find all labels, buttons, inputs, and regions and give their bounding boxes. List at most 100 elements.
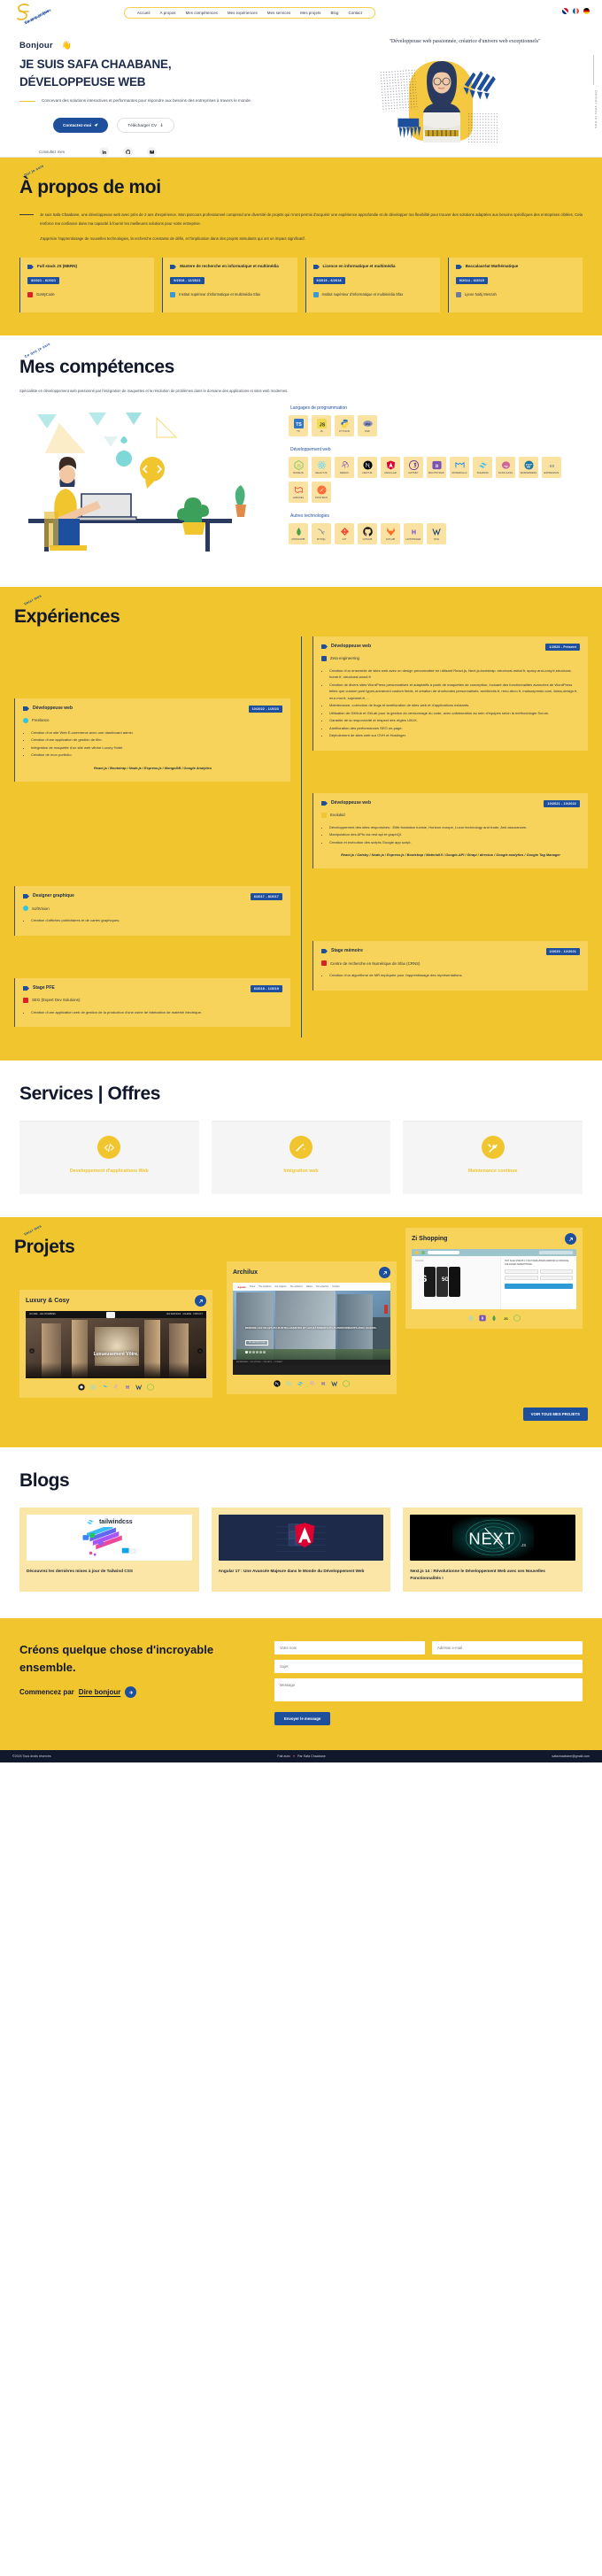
contact-cta-prefix: Commencez par: [19, 1688, 74, 1697]
skill-group-title: Développement web: [290, 446, 331, 452]
experience-card: Développeuse web 10/2022 - 1/2023 Freela…: [14, 698, 290, 783]
skill-chip[interactable]: REDUX: [335, 456, 354, 478]
skill-chip[interactable]: JS JS: [312, 414, 331, 436]
skill-chip[interactable]: GITLAB: [381, 522, 400, 544]
arrow-tag-icon: [23, 894, 29, 899]
experience-card: Développeuse web 1/2023 - Présent Zeta e…: [313, 636, 588, 751]
skill-chip[interactable]: SCSS-SASS: [496, 456, 515, 478]
skill-chip[interactable]: TAILWIND: [473, 456, 492, 478]
skills-main: Langages de programmation TS TS JS JS PYTH…: [19, 405, 583, 560]
send-message-button[interactable]: Envoyer le message: [274, 1712, 331, 1726]
skill-chip[interactable]: POSTMAN: [312, 481, 331, 503]
bootstrap-icon: B: [479, 1315, 486, 1322]
timeline-right-column: Développeuse web 1/2023 - Présent Zeta e…: [301, 636, 588, 1038]
download-cv-button[interactable]: Télécharger CV: [117, 117, 175, 133]
service-card[interactable]: Intégration web: [211, 1121, 391, 1195]
name-input[interactable]: [274, 1641, 425, 1655]
materialui-icon: [455, 460, 465, 470]
skill-chip[interactable]: GIT: [335, 522, 354, 544]
nav-item-contact[interactable]: Contact: [349, 11, 363, 15]
experience-bullet: Création d'une application web de gestio…: [31, 1009, 282, 1015]
contact-section: Créons quelque chose d'incroyable ensemb…: [0, 1618, 602, 1751]
skill-chip[interactable]: ANGULAR: [381, 456, 400, 478]
experience-date: 2/2020 - 12/2021: [545, 948, 580, 956]
contact-button[interactable]: Contactez-moi: [53, 117, 109, 133]
nav-item-experiences[interactable]: Mes expériences: [228, 11, 258, 15]
skill-chip[interactable]: MONGODB: [289, 522, 308, 544]
skill-chip[interactable]: PYTHON: [335, 414, 354, 436]
skill-chip[interactable]: ex EXPRESSJS: [542, 456, 561, 478]
blog-card[interactable]: tailwindcss Découvrez les dernières mise…: [19, 1508, 199, 1593]
skill-chip[interactable]: H HOSTINGER: [404, 522, 423, 544]
nav-item-accueil[interactable]: Accueil: [137, 11, 150, 15]
experience-org: Centre de recherche en Numérique de Sfax…: [330, 960, 421, 966]
skill-chip[interactable]: TS TS: [289, 414, 308, 436]
hero-greeting: Bonjour 👋: [19, 41, 310, 50]
svg-text:JS: JS: [297, 463, 301, 467]
education-date: 9/2015 - 6/2018: [313, 276, 345, 284]
skills-section: Ce que je sais Mes compétences Spécialis…: [0, 335, 602, 587]
skill-chip[interactable]: GITHUB: [358, 522, 377, 544]
arrow-right-icon[interactable]: [125, 1686, 137, 1699]
education-title: Full stack JS (MERN): [37, 263, 78, 268]
skill-chip[interactable]: B BOOTSTRAP: [427, 456, 446, 478]
github-icon[interactable]: [123, 146, 133, 157]
nav-item-blog[interactable]: Blog: [331, 11, 339, 15]
experience-bullets: Création d'affiches publicitaires et de …: [31, 917, 282, 923]
contact-cta-link[interactable]: Dire bonjour: [79, 1688, 121, 1696]
flag-en-icon[interactable]: [562, 8, 568, 14]
skill-chip[interactable]: REACTJS: [312, 456, 331, 478]
skill-chip[interactable]: php PHP: [358, 414, 377, 436]
experience-org-row: SoftVision: [23, 906, 282, 912]
skill-chip[interactable]: MATERIALUI: [450, 456, 469, 478]
experience-bullet: Création de divers sites WordPress perso…: [329, 682, 580, 701]
linkedin-icon[interactable]: [99, 146, 109, 157]
flag-de-icon[interactable]: [583, 8, 590, 14]
external-link-icon[interactable]: [379, 1267, 390, 1279]
skill-chip[interactable]: LARAVEL: [289, 481, 308, 503]
experience-org: Evolukid: [330, 813, 345, 818]
github-icon: [362, 526, 373, 536]
skill-chip[interactable]: MYSQL: [312, 522, 331, 544]
email-icon[interactable]: [147, 146, 157, 157]
subject-input[interactable]: [274, 1660, 583, 1674]
university-logo-icon: [313, 291, 319, 297]
service-card[interactable]: Maintenance continue: [403, 1121, 583, 1195]
skill-chip[interactable]: WORDPRESS: [519, 456, 538, 478]
arrow-tag-icon: [27, 264, 34, 269]
ovh-icon: [331, 1380, 338, 1387]
school-logo-icon: [455, 291, 461, 297]
dash-decoration: [19, 101, 35, 103]
flag-fr-icon[interactable]: [573, 8, 579, 14]
heart-icon: ♥: [293, 1755, 296, 1759]
skill-chip[interactable]: JS NODEJS: [289, 456, 308, 478]
project-card[interactable]: Luxury & Cosy ACCUEIL LES CHAMBRES LES S…: [19, 1290, 212, 1399]
skill-label: GITLAB: [385, 537, 396, 541]
blog-card[interactable]: NEXT .JS Next.js 14 : Révolutionne le Dé…: [403, 1508, 583, 1593]
external-link-icon[interactable]: [565, 1233, 576, 1246]
external-link-icon[interactable]: [195, 1295, 206, 1307]
blog-card[interactable]: Angular 17 : Une Avancée Majeure dans le…: [211, 1508, 391, 1593]
contact-form: Envoyer le message: [274, 1641, 583, 1726]
project-card[interactable]: Zi Shopping Produits S 5G HOT SALE SS547…: [405, 1228, 583, 1330]
skill-group: Autres technologies MONGODB MYSQL GIT GI…: [289, 513, 583, 544]
message-textarea[interactable]: [274, 1678, 583, 1702]
view-all-projects-button[interactable]: VOIR TOUS MES PROJETS: [522, 1408, 588, 1422]
nav-item-competences[interactable]: Mes compétences: [186, 11, 218, 15]
experience-stack: React.js / Gatsby / Node.js / Express.js…: [341, 852, 560, 858]
experience-role-row: Développeuse web: [23, 706, 73, 711]
skill-chip[interactable]: GATSBY: [404, 456, 423, 478]
service-card[interactable]: Developpement d'applications Web: [19, 1121, 199, 1195]
mongodb-icon: [490, 1315, 498, 1322]
experience-role: Stage PFE: [33, 984, 55, 991]
project-card[interactable]: Archilux Agenis Home The solutions Our pr…: [227, 1261, 397, 1395]
email-input[interactable]: [432, 1641, 583, 1655]
experience-bullet: Intégration de maquette d'un site web vi…: [31, 744, 282, 751]
nav-item-a-propos[interactable]: À propos: [160, 11, 176, 15]
arrow-tag-icon: [23, 706, 29, 711]
experience-role: Stage mémoire: [331, 948, 363, 954]
skill-chip[interactable]: NEXTJS: [358, 456, 377, 478]
skill-chip[interactable]: OVH: [427, 522, 446, 544]
nav-item-services[interactable]: Mes services: [267, 11, 290, 15]
nav-item-projets[interactable]: Mes projets: [300, 11, 320, 15]
